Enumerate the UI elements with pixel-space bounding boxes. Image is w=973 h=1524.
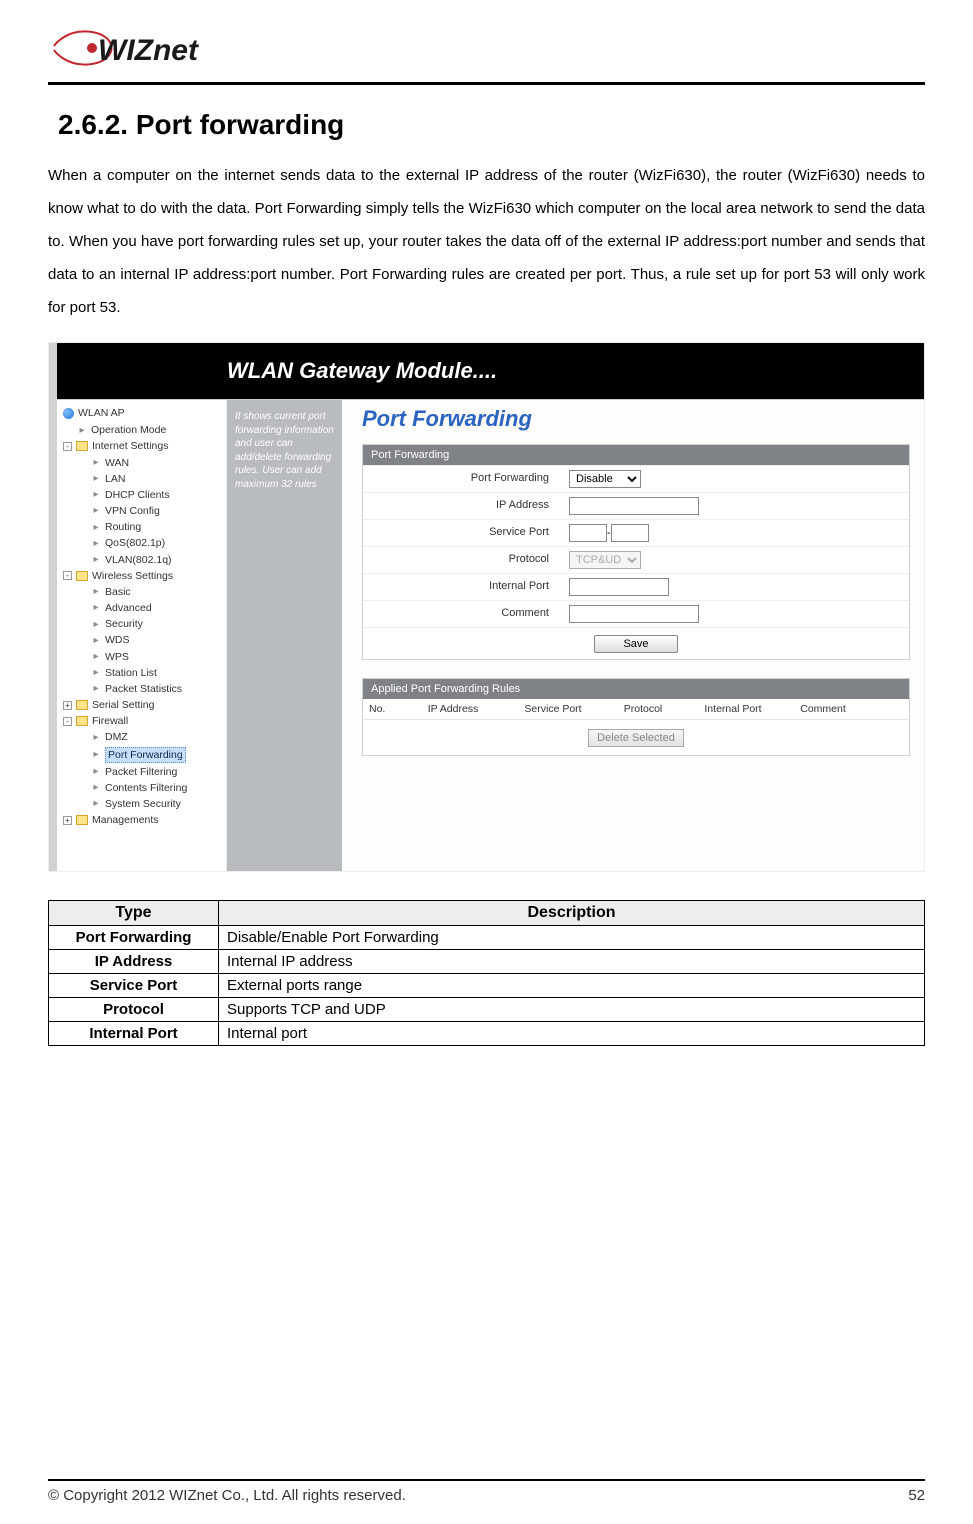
ip-address-input[interactable] — [569, 497, 699, 515]
page-footer: © Copyright 2012 WIZnet Co., Ltd. All ri… — [48, 1479, 925, 1504]
tree-item[interactable]: Packet Statistics — [105, 682, 182, 696]
section-paragraph: When a computer on the internet sends da… — [48, 159, 925, 324]
service-port-to-input[interactable] — [611, 524, 649, 542]
col-header: Internal Port — [683, 699, 783, 719]
tree-item[interactable]: WDS — [105, 633, 130, 647]
label-port-forwarding: Port Forwarding — [363, 465, 563, 492]
tree-item[interactable]: VLAN(802.1q) — [105, 553, 172, 567]
header-rule — [48, 82, 925, 85]
copyright-text: © Copyright 2012 WIZnet Co., Ltd. All ri… — [48, 1487, 406, 1504]
tree-root-label: WLAN AP — [78, 406, 125, 420]
page-number: 52 — [908, 1487, 925, 1504]
tree-item[interactable]: Operation Mode — [91, 423, 166, 437]
tree-item[interactable]: LAN — [105, 472, 125, 486]
label-comment: Comment — [363, 600, 563, 627]
tree-item[interactable]: WAN — [105, 456, 129, 470]
tree-folder[interactable]: Serial Setting — [92, 698, 154, 712]
box-header: Applied Port Forwarding Rules — [363, 679, 909, 699]
applied-rules-box: Applied Port Forwarding Rules No. IP Add… — [362, 678, 910, 756]
cell-type: Internal Port — [49, 1022, 219, 1046]
table-row: Port Forwarding Disable/Enable Port Forw… — [49, 926, 925, 950]
page-title: Port Forwarding — [362, 406, 910, 432]
tree-item[interactable]: Routing — [105, 520, 141, 534]
help-text: It shows current port forwarding informa… — [227, 400, 342, 871]
tree-folder[interactable]: Firewall — [92, 714, 128, 728]
delete-selected-button[interactable]: Delete Selected — [588, 729, 684, 747]
tree-item[interactable]: Security — [105, 617, 143, 631]
cell-type: IP Address — [49, 950, 219, 974]
tree-folder[interactable]: Managements — [92, 813, 159, 827]
tree-item[interactable]: Basic — [105, 585, 131, 599]
cell-type: Port Forwarding — [49, 926, 219, 950]
tree-item[interactable]: Advanced — [105, 601, 152, 615]
port-forwarding-box: Port Forwarding Port Forwarding Disable … — [362, 444, 910, 660]
cell-desc: External ports range — [219, 974, 925, 998]
label-protocol: Protocol — [363, 546, 563, 573]
box-header: Port Forwarding — [363, 445, 909, 465]
cell-desc: Supports TCP and UDP — [219, 998, 925, 1022]
table-header-row: Type Description — [49, 901, 925, 926]
label-internal-port: Internal Port — [363, 573, 563, 600]
service-port-from-input[interactable] — [569, 524, 607, 542]
label-ip-address: IP Address — [363, 492, 563, 519]
tree-folder[interactable]: Wireless Settings — [92, 569, 173, 583]
header-description: Description — [219, 901, 925, 926]
tree-item[interactable]: Packet Filtering — [105, 765, 177, 779]
tree-item[interactable]: WPS — [105, 650, 129, 664]
tree-item-selected[interactable]: Port Forwarding — [105, 747, 186, 763]
tree-item[interactable]: Contents Filtering — [105, 781, 187, 795]
col-header: Service Port — [503, 699, 603, 719]
cell-desc: Internal IP address — [219, 950, 925, 974]
tree-item[interactable]: VPN Config — [105, 504, 160, 518]
nav-tree[interactable]: WLAN AP ▸Operation Mode -Internet Settin… — [57, 400, 227, 871]
tree-folder[interactable]: Internet Settings — [92, 439, 168, 453]
svg-text:WIZnet: WIZnet — [98, 34, 200, 67]
table-row: IP Address Internal IP address — [49, 950, 925, 974]
table-row: Internal Port Internal port — [49, 1022, 925, 1046]
tree-item[interactable]: DHCP Clients — [105, 488, 170, 502]
col-header: IP Address — [403, 699, 503, 719]
field-description-table: Type Description Port Forwarding Disable… — [48, 900, 925, 1046]
section-title: 2.6.2. Port forwarding — [58, 109, 925, 141]
brand-logo: WIZnet — [48, 22, 925, 74]
internal-port-input[interactable] — [569, 578, 669, 596]
col-header: No. — [363, 699, 403, 719]
cell-desc: Disable/Enable Port Forwarding — [219, 926, 925, 950]
tree-item[interactable]: QoS(802.1p) — [105, 536, 165, 550]
window-title: WLAN Gateway Module.... — [57, 343, 924, 399]
tree-item[interactable]: DMZ — [105, 730, 128, 744]
comment-input[interactable] — [569, 605, 699, 623]
col-header: Protocol — [603, 699, 683, 719]
port-forwarding-select[interactable]: Disable — [569, 470, 641, 488]
cell-type: Service Port — [49, 974, 219, 998]
globe-icon — [63, 408, 74, 419]
table-row: Protocol Supports TCP and UDP — [49, 998, 925, 1022]
cell-type: Protocol — [49, 998, 219, 1022]
tree-item[interactable]: System Security — [105, 797, 181, 811]
col-header: Comment — [783, 699, 863, 719]
tree-item[interactable]: Station List — [105, 666, 157, 680]
label-service-port: Service Port — [363, 519, 563, 546]
cell-desc: Internal port — [219, 1022, 925, 1046]
router-screenshot: WLAN Gateway Module.... WLAN AP ▸Operati… — [48, 342, 925, 872]
save-button[interactable]: Save — [594, 635, 677, 653]
protocol-select[interactable]: TCP&UDP — [569, 551, 641, 569]
table-row: Service Port External ports range — [49, 974, 925, 998]
header-type: Type — [49, 901, 219, 926]
